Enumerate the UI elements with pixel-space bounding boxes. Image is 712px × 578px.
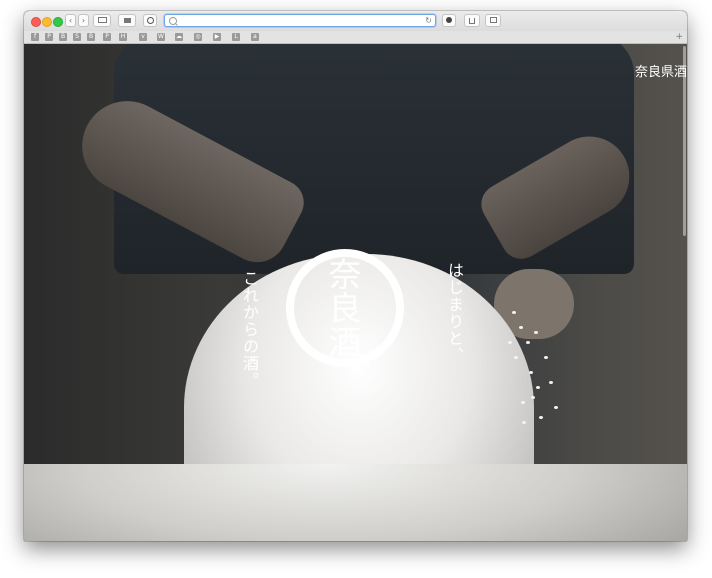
favorite-icon[interactable]: a [251, 33, 259, 41]
close-window-button[interactable] [31, 17, 41, 27]
favorite-icon[interactable]: P [45, 33, 53, 41]
favorite-icon[interactable]: L [232, 33, 240, 41]
rice-grain [526, 341, 530, 344]
logo-char: 酒 [328, 323, 362, 362]
rice-grain [544, 356, 548, 359]
favorite-icon[interactable]: f [31, 33, 39, 41]
favorite-icon[interactable]: P [103, 33, 111, 41]
screen-icon [123, 18, 131, 23]
privacy-report-button[interactable] [143, 14, 157, 27]
search-icon [169, 17, 177, 25]
address-bar[interactable]: ↻ [164, 14, 436, 27]
logo[interactable]: 奈 良 酒 [302, 258, 388, 360]
rice-grain [539, 416, 543, 419]
rice-grain [508, 341, 512, 344]
share-button[interactable] [464, 14, 480, 27]
share-icon [469, 18, 475, 24]
rice-grain [512, 311, 516, 314]
rice-grain [519, 326, 523, 329]
favorite-icon[interactable]: ◎ [194, 33, 202, 41]
download-button[interactable] [442, 14, 456, 27]
add-favorite-button[interactable]: + [675, 31, 683, 43]
minimize-window-button[interactable] [42, 17, 52, 27]
favorite-icon[interactable]: ☁ [175, 33, 183, 41]
rice-grain [522, 421, 526, 424]
logo-char: 良 [328, 289, 362, 328]
back-button[interactable]: ‹ [65, 14, 76, 27]
rice-grain [536, 386, 540, 389]
logo-char: 奈 [328, 255, 362, 294]
tagline-left: これからの酒。 [240, 270, 259, 389]
sidebar-button[interactable] [93, 14, 111, 27]
maximize-window-button[interactable] [53, 17, 63, 27]
favorites-bar: f P B S B P H v W ☁ ◎ ▶ L a + [24, 31, 687, 44]
favorite-icon[interactable]: v [139, 33, 147, 41]
download-icon [446, 17, 452, 23]
rice-bed-image [24, 464, 687, 541]
browser-window: ‹ › ↻ f P B S B P H v W ☁ ◎ ▶ L a + 奈良県酒… [24, 11, 687, 541]
screen-share-button[interactable] [118, 14, 136, 27]
rice-grain [534, 331, 538, 334]
sidebar-icon [97, 17, 107, 23]
tabs-overview-button[interactable] [485, 14, 501, 27]
favorite-icon[interactable]: ▶ [213, 33, 221, 41]
shield-icon [146, 17, 154, 24]
favorite-icon[interactable]: S [73, 33, 81, 41]
favorite-icon[interactable]: B [87, 33, 95, 41]
site-title[interactable]: 奈良県酒 [635, 61, 687, 80]
favorite-icon[interactable]: W [157, 33, 165, 41]
tabs-icon [489, 17, 497, 23]
rice-grain [521, 401, 525, 404]
rice-grain [549, 381, 553, 384]
rice-grain [531, 396, 535, 399]
forward-button[interactable]: › [78, 14, 89, 27]
rice-grain [554, 406, 558, 409]
tagline-right: はじまりと、 [445, 262, 464, 364]
hero-section: 奈良県酒 これからの酒。 はじまりと、 奈 良 酒 [24, 44, 687, 541]
rice-grain [514, 356, 518, 359]
favorite-icon[interactable]: B [59, 33, 67, 41]
favorite-icon[interactable]: H [119, 33, 127, 41]
browser-toolbar: ‹ › ↻ [24, 11, 687, 32]
rice-grain [529, 371, 533, 374]
reload-icon[interactable]: ↻ [425, 15, 432, 26]
